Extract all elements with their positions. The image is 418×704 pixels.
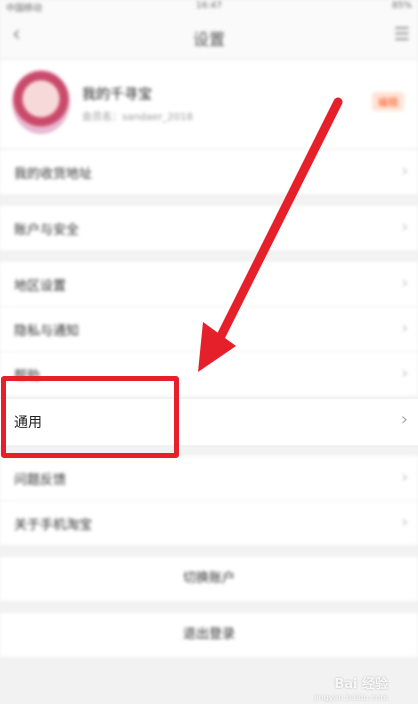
watermark-url: jingyan.baidu.com	[314, 693, 388, 702]
watermark-logo: Bai 经验	[334, 677, 388, 692]
annotation-arrow	[198, 97, 343, 372]
